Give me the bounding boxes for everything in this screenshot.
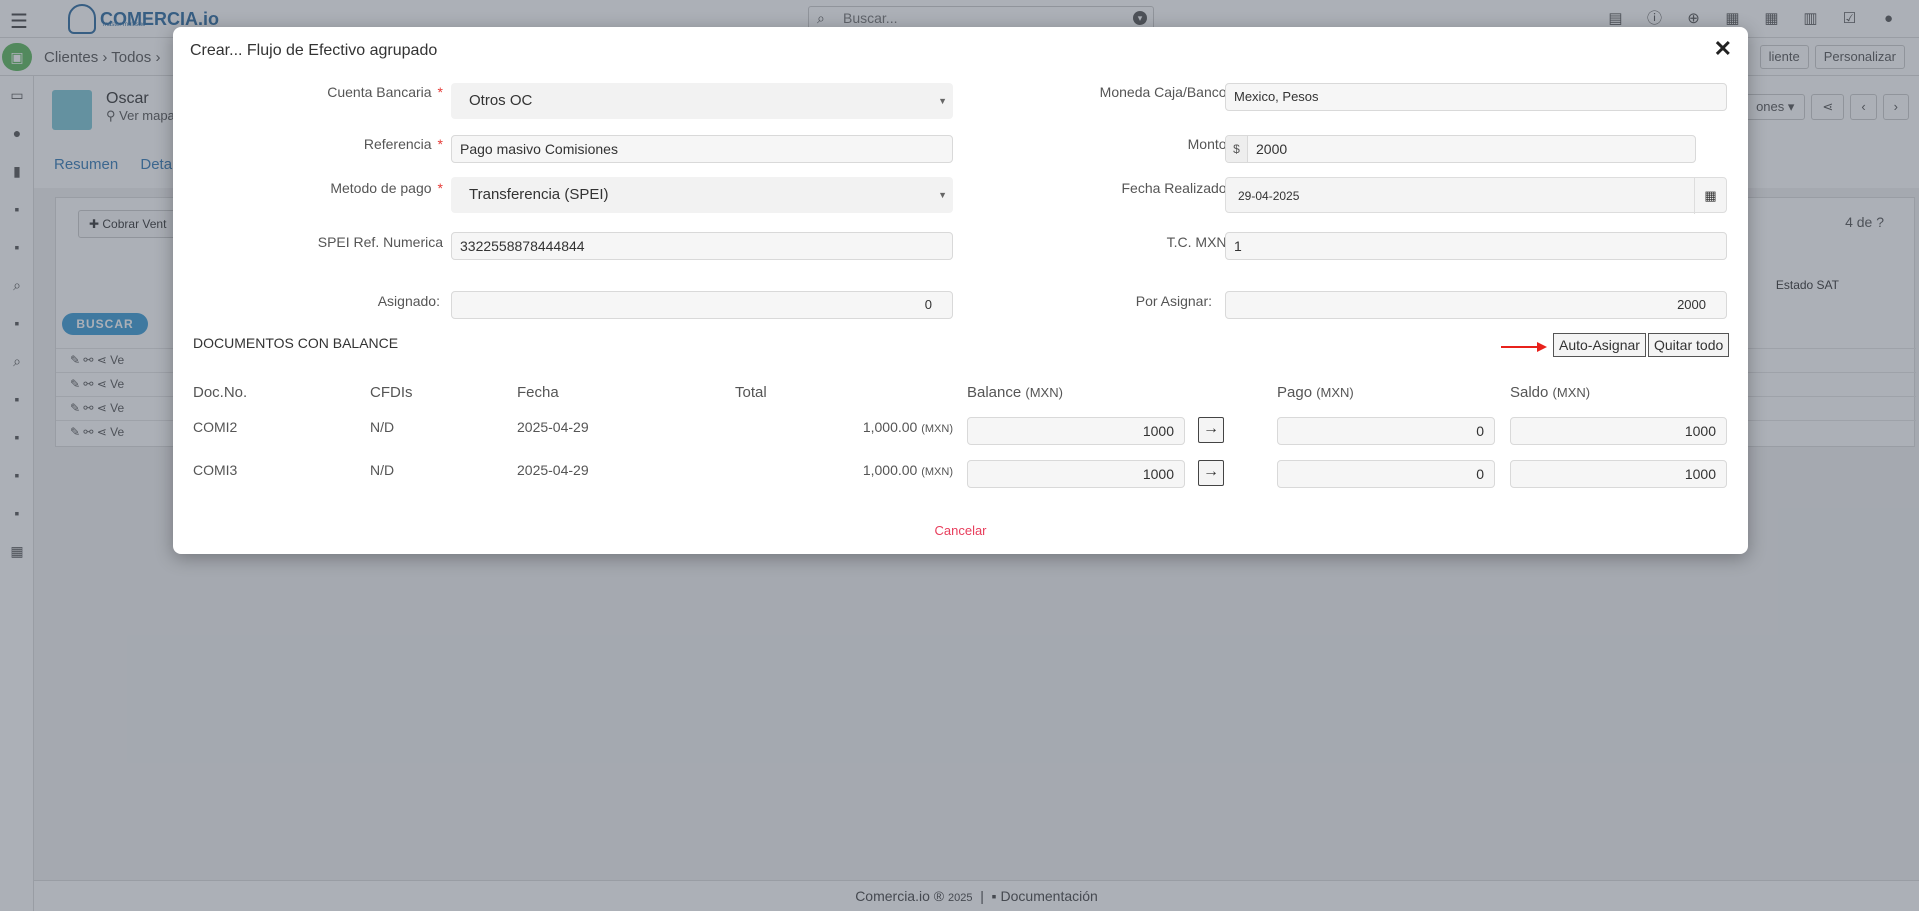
row-saldo: 1000 bbox=[1510, 417, 1727, 445]
cuenta-bancaria-select[interactable]: Otros OC ▼ bbox=[451, 83, 953, 119]
close-icon[interactable]: ✕ bbox=[1714, 36, 1732, 62]
documentos-title: DOCUMENTOS CON BALANCE bbox=[193, 335, 399, 351]
cancel-link[interactable]: Cancelar bbox=[173, 523, 1748, 538]
column-saldo: Saldo (MXN) bbox=[1510, 384, 1591, 401]
fecha-realizado-field[interactable]: 29-04-2025 ▦ bbox=[1225, 177, 1727, 214]
row-fecha: 2025-04-29 bbox=[517, 419, 589, 435]
asignado-label: Asignado: bbox=[377, 293, 440, 309]
row-saldo: 1000 bbox=[1510, 460, 1727, 488]
column-doc-no: Doc.No. bbox=[193, 384, 248, 401]
row-cfdis: N/D bbox=[370, 462, 395, 478]
monto-label: Monto* bbox=[1187, 136, 1238, 152]
arrow-right-icon[interactable]: → bbox=[1198, 460, 1224, 486]
asignado-field: 0 bbox=[451, 291, 953, 319]
spei-ref-label: SPEI Ref. Numerica bbox=[317, 234, 443, 250]
metodo-pago-select[interactable]: Transferencia (SPEI) ▼ bbox=[451, 177, 953, 213]
fecha-realizado-label: Fecha Realizado* bbox=[1121, 180, 1238, 196]
column-fecha: Fecha bbox=[517, 384, 559, 401]
row-total: 1,000.00 (MXN) bbox=[862, 462, 953, 478]
row-fecha: 2025-04-29 bbox=[517, 462, 589, 478]
tc-mxn-label: T.C. MXN* bbox=[1166, 234, 1238, 250]
quitar-todo-button[interactable]: Quitar todo bbox=[1648, 333, 1730, 357]
cuenta-bancaria-label: Cuenta Bancaria * bbox=[327, 84, 443, 100]
por-asignar-label: Por Asignar: bbox=[1135, 293, 1212, 309]
row-doc-no: COMI2 bbox=[193, 419, 238, 435]
auto-asignar-button[interactable]: Auto-Asignar bbox=[1553, 333, 1646, 357]
row-pago-input[interactable]: 0 bbox=[1277, 417, 1495, 445]
chevron-down-icon: ▼ bbox=[938, 190, 947, 200]
metodo-pago-label: Metodo de pago * bbox=[330, 180, 443, 196]
row-balance: 1000 bbox=[967, 417, 1185, 445]
moneda-label: Moneda Caja/Banco* bbox=[1099, 84, 1238, 100]
monto-field[interactable]: $2000 bbox=[1225, 135, 1696, 163]
calendar-icon[interactable]: ▦ bbox=[1694, 178, 1726, 214]
column-pago: Pago (MXN) bbox=[1277, 384, 1354, 401]
moneda-field[interactable]: Mexico, Pesos bbox=[1225, 83, 1727, 111]
column-balance: Balance (MXN) bbox=[967, 384, 1063, 401]
chevron-down-icon: ▼ bbox=[938, 96, 947, 106]
por-asignar-field: 2000 bbox=[1225, 291, 1727, 319]
column-total: Total bbox=[735, 384, 767, 401]
row-pago-input[interactable]: 0 bbox=[1277, 460, 1495, 488]
annotation-arrow-icon bbox=[1501, 342, 1547, 352]
referencia-label: Referencia * bbox=[363, 136, 443, 152]
currency-prefix: $ bbox=[1226, 136, 1248, 162]
row-doc-no: COMI3 bbox=[193, 462, 238, 478]
modal-title: Crear... Flujo de Efectivo agrupado bbox=[190, 42, 438, 59]
tc-mxn-field[interactable]: 1 bbox=[1225, 232, 1727, 260]
spei-ref-field[interactable]: 3322558878444844 bbox=[451, 232, 953, 260]
column-cfdis: CFDIs bbox=[370, 384, 413, 401]
flujo-efectivo-modal: Crear... Flujo de Efectivo agrupado ✕ Cu… bbox=[173, 27, 1748, 554]
referencia-field[interactable]: Pago masivo Comisiones bbox=[451, 135, 953, 163]
arrow-right-icon[interactable]: → bbox=[1198, 417, 1224, 443]
row-total: 1,000.00 (MXN) bbox=[862, 419, 953, 435]
row-balance: 1000 bbox=[967, 460, 1185, 488]
row-cfdis: N/D bbox=[370, 419, 395, 435]
monto-value: 2000 bbox=[1256, 141, 1288, 157]
